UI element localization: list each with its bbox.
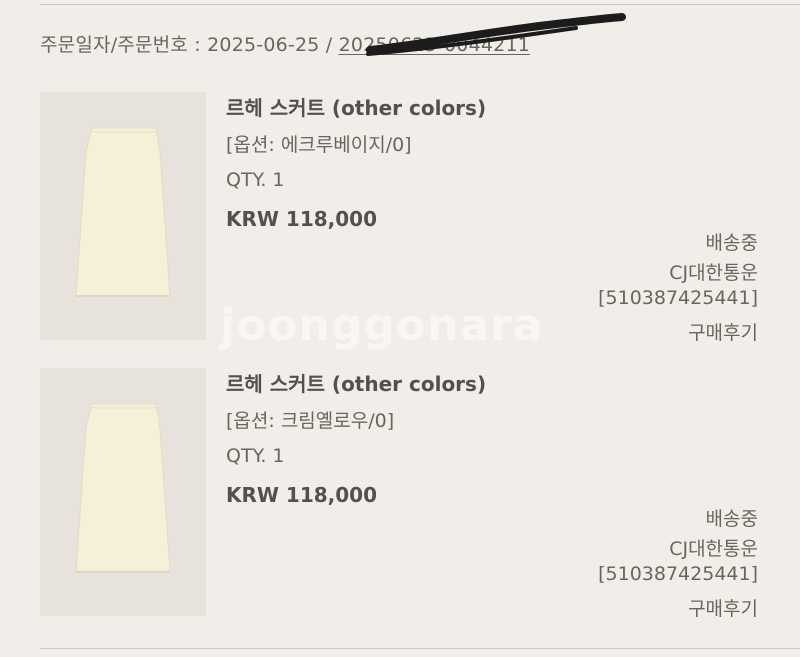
order-item: 르헤 스커트 (other colors) [옵션: 에크루베이지/0] QTY…	[40, 92, 800, 345]
shipping-status: 배송중	[705, 508, 758, 530]
order-item: 르헤 스커트 (other colors) [옵션: 크림옐로우/0] QTY.…	[40, 368, 800, 621]
product-image[interactable]	[40, 368, 206, 616]
order-number-link[interactable]: 20250625-0044211	[339, 34, 530, 56]
bottom-divider	[40, 648, 800, 649]
tracking-number-link[interactable]: [510387425441]	[598, 563, 758, 585]
product-name-link[interactable]: 르헤 스커트 (other colors)	[226, 368, 486, 397]
top-divider	[40, 4, 800, 5]
product-option: [옵션: 에크루베이지/0]	[226, 134, 412, 156]
skirt-icon	[40, 368, 206, 616]
write-review-button[interactable]: 구매후기	[688, 594, 758, 621]
order-header: 주문일자/주문번호 : 2025-06-25 / 20250625-004421…	[40, 30, 530, 57]
product-price: KRW 118,000	[226, 483, 378, 507]
shipping-carrier: CJ대한통운	[669, 262, 758, 284]
order-separator: /	[319, 34, 339, 56]
order-label: 주문일자/주문번호 :	[40, 34, 208, 56]
shipping-status: 배송중	[705, 232, 758, 254]
product-option: [옵션: 크림옐로우/0]	[226, 410, 395, 432]
shipping-carrier: CJ대한통운	[669, 538, 758, 560]
write-review-button[interactable]: 구매후기	[688, 318, 758, 345]
product-qty: QTY. 1	[226, 169, 285, 191]
order-date: 2025-06-25	[207, 34, 320, 56]
product-qty: QTY. 1	[226, 445, 285, 467]
product-name-link[interactable]: 르헤 스커트 (other colors)	[226, 92, 486, 121]
skirt-icon	[40, 92, 206, 340]
tracking-number-link[interactable]: [510387425441]	[598, 287, 758, 309]
product-price: KRW 118,000	[226, 207, 378, 231]
product-image[interactable]	[40, 92, 206, 340]
